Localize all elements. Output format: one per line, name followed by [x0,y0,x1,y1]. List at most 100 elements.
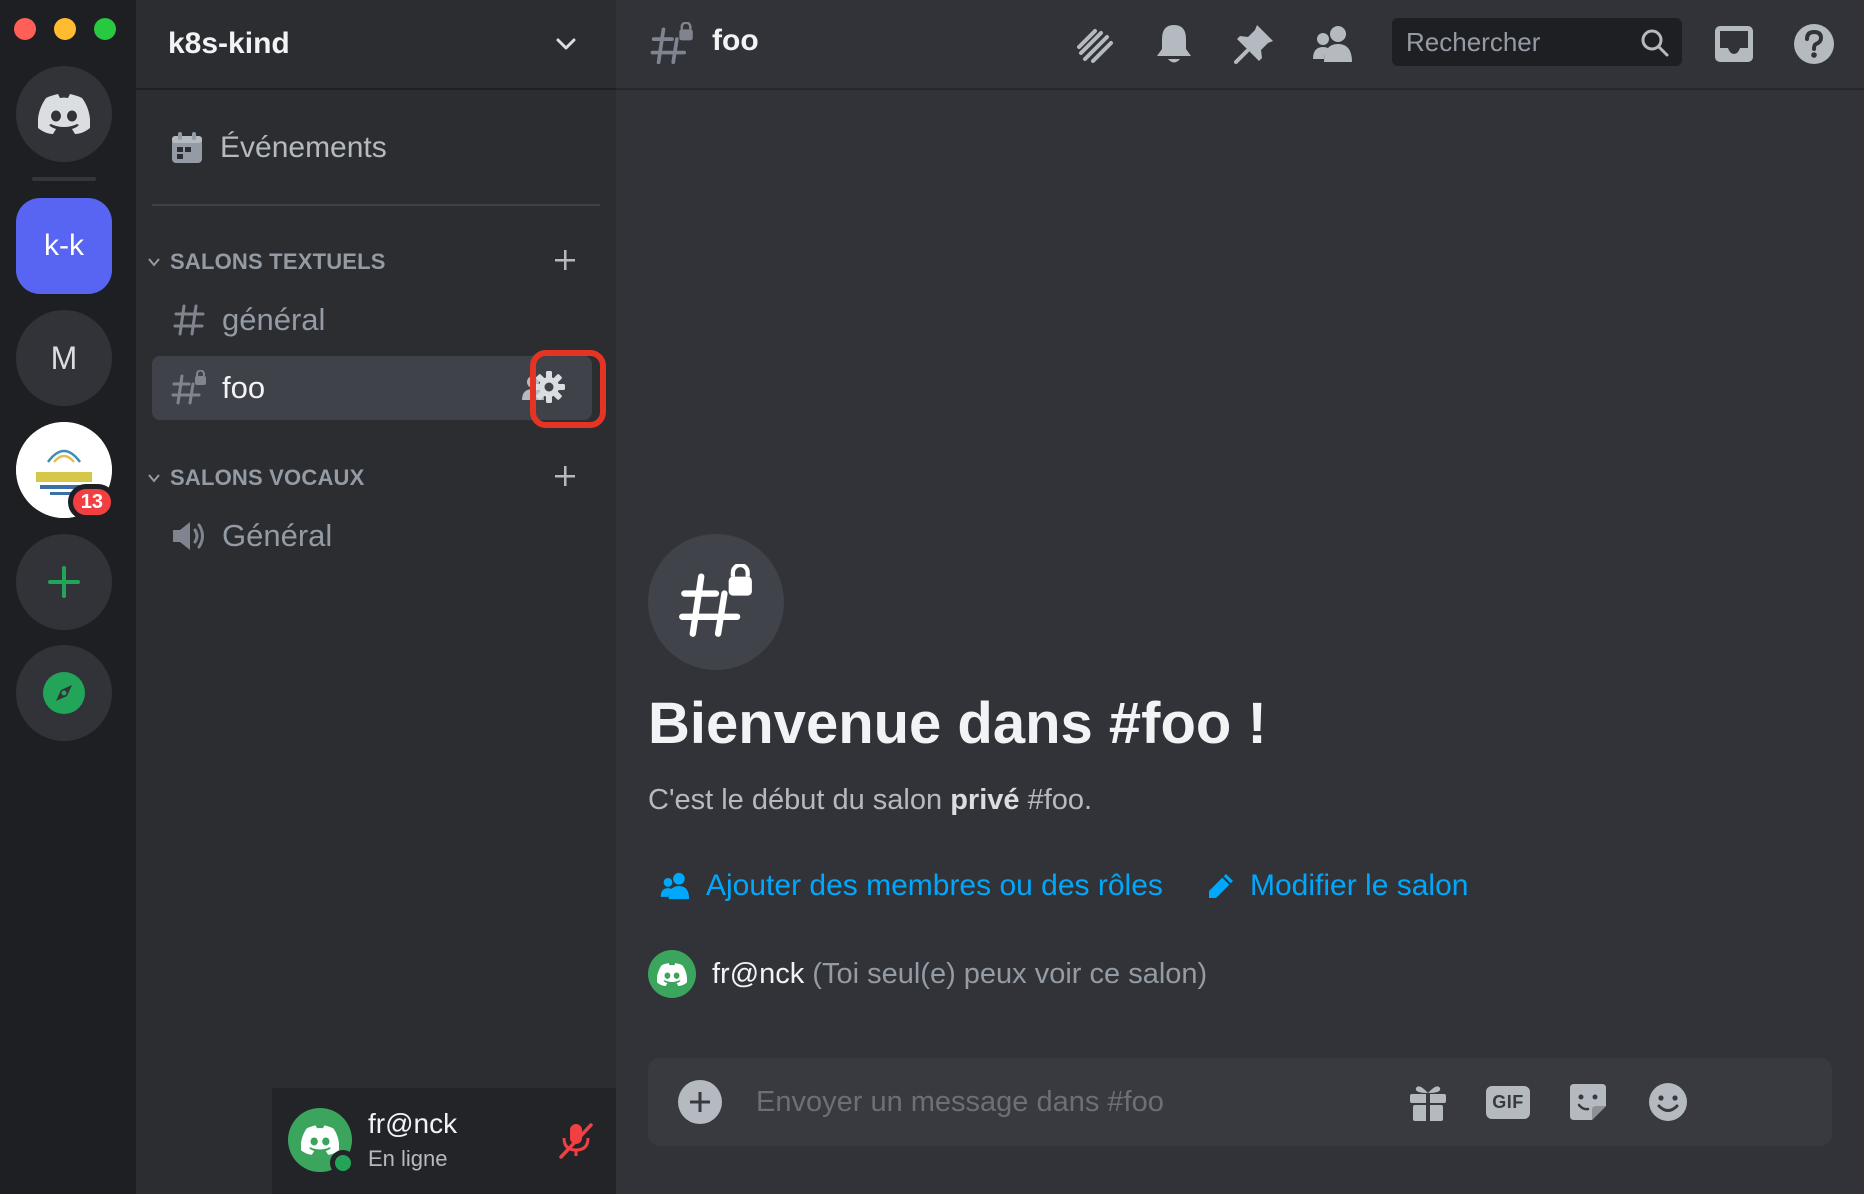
server-separator [32,177,96,181]
home-button[interactable] [16,66,112,162]
category-text-channels[interactable]: SALONS TEXTUELS [144,242,386,282]
chevron-down-icon [148,474,160,483]
category-voice-channels[interactable]: SALONS VOCAUX [144,458,365,498]
add-server-button[interactable] [16,534,112,630]
channel-name: général [222,302,326,337]
avatar[interactable] [648,950,696,998]
chevron-down-icon [556,38,576,50]
channel-foo[interactable]: foo [152,356,592,420]
calendar-icon [172,132,202,163]
private-hashtag-icon [171,370,206,405]
inbox-button[interactable] [1710,20,1758,68]
server-label: M [50,339,78,376]
subtitle-prefix: C'est le début du salon [648,784,951,816]
member-note: (Toi seul(e) peux voir ce salon) [812,957,1208,990]
server-label: k-k [44,229,84,262]
minimize-window-button[interactable] [54,18,76,40]
microphone-muted-icon [559,1123,593,1159]
members-icon [1313,26,1352,62]
events-link[interactable]: Événements [152,118,387,178]
channel-title: foo [712,24,759,57]
add-members-link[interactable]: Ajouter des membres ou des rôles [660,864,1163,908]
gif-button[interactable]: GIF [1484,1078,1532,1126]
plus-icon [555,250,575,270]
channel-sidebar: k8s-kind Événements SALONS TEXTUELS géné… [136,0,752,1194]
gift-button[interactable] [1404,1078,1452,1126]
edit-channel-label: Modifier le salon [1250,869,1469,902]
plus-icon [690,1092,710,1112]
member-name[interactable]: fr@nck [712,958,804,991]
pin-icon [1234,25,1273,64]
add-members-icon [660,872,690,900]
threads-icon [1077,29,1113,63]
unread-badge: 13 [67,484,116,520]
discord-app: k-k M 13 k8s-kind Événements SALONS TEXT… [0,0,1864,1194]
highlight-annotation [530,350,606,428]
member-list-button[interactable] [1310,20,1358,68]
channel-welcome-icon [648,534,784,670]
channel-member-row: fr@nck (Toi seul(e) peux voir ce salon) [648,950,1207,998]
bell-icon [1157,25,1191,63]
close-window-button[interactable] [14,18,36,40]
category-label: SALONS VOCAUX [170,465,365,490]
welcome-subtitle: C'est le début du salon privé #foo. [648,784,1092,817]
smiley-icon [1649,1083,1687,1121]
username: fr@nck [368,1108,458,1139]
pinned-messages-button[interactable] [1230,20,1278,68]
subtitle-bold: privé [950,784,1020,816]
gift-icon [1410,1086,1446,1121]
server-rail: k-k M 13 [0,0,136,1194]
edit-channel-link[interactable]: Modifier le salon [1206,864,1468,908]
compass-icon [43,672,85,714]
server-m[interactable]: M [16,310,112,406]
category-label: SALONS TEXTUELS [170,249,386,274]
search-icon [1641,29,1669,57]
notifications-button[interactable] [1150,20,1198,68]
speaker-icon [173,522,204,550]
sidebar-divider [152,204,600,206]
discord-logo-icon [657,962,687,986]
sticker-icon [1570,1084,1606,1120]
gif-label: GIF [1486,1085,1530,1119]
hashtag-icon [173,304,205,336]
discord-logo-icon [301,1125,339,1155]
plus-icon [48,566,80,598]
channel-name: foo [222,370,266,405]
discord-logo-icon [38,94,90,134]
zoom-window-button[interactable] [94,18,116,40]
message-input[interactable] [756,1080,1456,1124]
threads-button[interactable] [1070,20,1118,68]
user-status: En ligne [368,1146,448,1171]
create-text-channel-button[interactable] [550,246,580,276]
channel-general[interactable]: général [152,288,608,352]
inbox-icon [1715,26,1753,62]
help-button[interactable] [1790,20,1838,68]
events-label: Événements [220,131,387,164]
emoji-button[interactable] [1644,1078,1692,1126]
pencil-icon [1209,874,1233,898]
guild-header[interactable]: k8s-kind [136,0,616,90]
chat-main: foo Rechercher Bienvenue dans #foo ! C'e… [616,0,1864,1194]
upload-button[interactable] [678,1080,722,1124]
search-input[interactable] [1406,26,1626,58]
private-hashtag-icon [679,564,752,637]
sticker-button[interactable] [1564,1078,1612,1126]
chevron-down-icon [148,258,160,267]
guild-name: k8s-kind [168,27,290,60]
search-box[interactable] [1392,18,1682,66]
channel-name: Général [222,518,333,553]
add-members-label: Ajouter des membres ou des rôles [706,869,1163,902]
server-low-tech[interactable]: 13 [16,422,116,520]
subtitle-suffix: #foo. [1019,784,1093,816]
plus-icon [555,466,575,486]
mute-microphone-button[interactable] [554,1118,598,1162]
online-status-dot [330,1150,356,1176]
channel-topbar: foo [616,0,1864,90]
create-voice-channel-button[interactable] [550,462,580,492]
explore-servers-button[interactable] [16,645,112,741]
message-composer: GIF [648,1058,1832,1146]
server-k8s-kind[interactable]: k-k [16,198,112,294]
help-icon [1794,24,1834,64]
private-hashtag-icon [650,22,693,65]
voice-channel-general[interactable]: Général [152,504,608,568]
